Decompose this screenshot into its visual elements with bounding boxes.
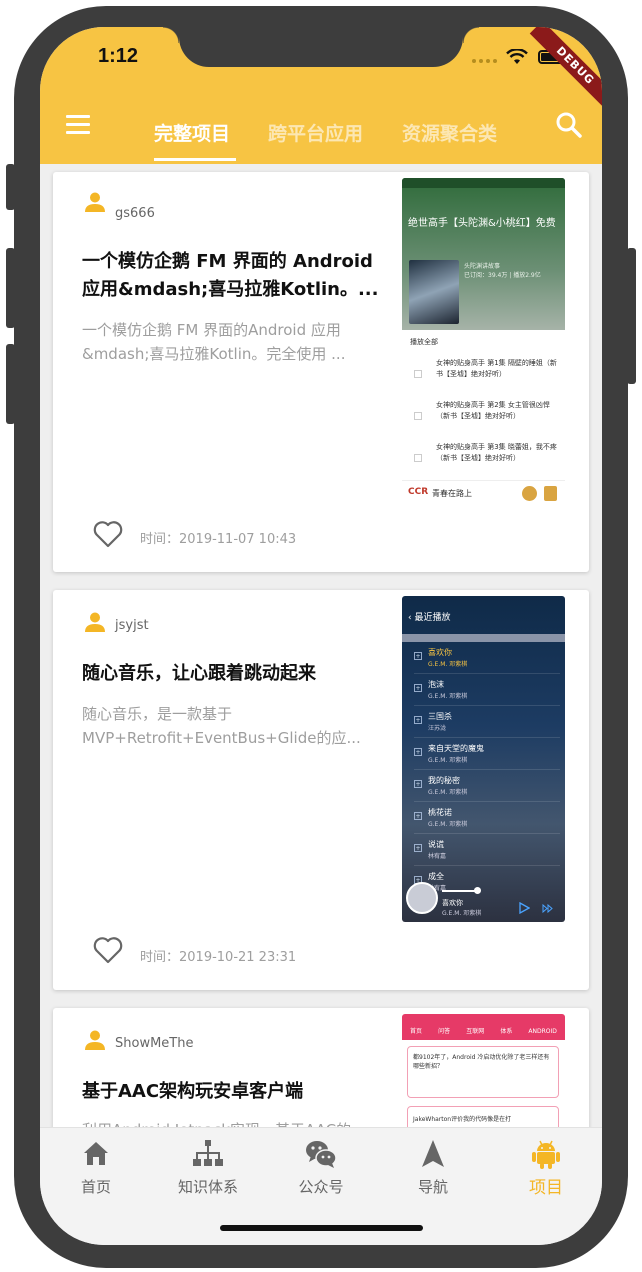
thumb-item: JakeWharton评价我的代码像是在打 xyxy=(407,1106,559,1127)
next-icon xyxy=(542,904,553,913)
tab-cross-platform[interactable]: 跨平台应用 xyxy=(268,119,363,146)
thumb-title: 绝世高手【头陀渊&小桃红】免费 xyxy=(408,218,556,229)
search-icon[interactable] xyxy=(555,111,583,139)
navigation-icon xyxy=(422,1140,444,1167)
play-icon xyxy=(522,486,537,501)
project-title[interactable]: 一个模仿企鹅 FM 界面的 Android 应用&mdash;喜马拉雅Kotli… xyxy=(82,248,392,304)
thumb-footer: CCR 青春在路上 xyxy=(402,480,565,506)
project-list[interactable]: gs666 一个模仿企鹅 FM 界面的 Android 应用&mdash;喜马拉… xyxy=(40,164,602,1127)
wifi-icon xyxy=(506,49,528,64)
thumb-title: ‹ 最近播放 xyxy=(408,613,451,623)
tab-complete-projects[interactable]: 完整项目 xyxy=(154,119,230,146)
now-playing-artist: G.E.M. 邓紫棋 xyxy=(442,910,482,917)
project-thumbnail[interactable]: ‹ 最近播放 + 喜欢你 G.E.M. 邓紫棋 + 泡沫 G.E.M. 邓紫棋 + 三国杀… xyxy=(402,596,565,922)
power-button xyxy=(627,248,636,384)
publish-time: 时间：2019-10-21 23:31 xyxy=(140,950,297,965)
nav-label: 公众号 xyxy=(298,1178,344,1196)
nav-official-accounts[interactable]: 公众号 xyxy=(266,1138,376,1198)
person-icon xyxy=(85,612,105,632)
nav-label: 导航 xyxy=(417,1178,448,1196)
project-thumbnail[interactable]: 绝世高手【头陀渊&小桃红】免费 头陀渊讲故事 已订阅：39.4万 | 播放2.9… xyxy=(402,178,565,506)
nav-knowledge-system[interactable]: 知识体系 xyxy=(153,1138,263,1198)
tab-resource-aggregation[interactable]: 资源聚合类 xyxy=(402,119,497,146)
thumb-episode: 女神的贴身高手 第2集 女主管很凶悍（新书【圣墟】绝对好听） xyxy=(436,401,550,420)
thumb-song-row: + 桃花诺 G.E.M. 邓紫棋 xyxy=(414,804,560,834)
project-thumbnail[interactable]: 首页 问答 互联网 体系 ANDROID 都9102年了，Android 冷启动… xyxy=(402,1014,565,1127)
android-icon xyxy=(532,1140,560,1169)
now-playing-name: 喜欢你 xyxy=(442,899,463,907)
thumb-footer-logo: CCR xyxy=(408,487,429,497)
wechat-icon xyxy=(306,1141,337,1168)
home-indicator[interactable] xyxy=(220,1225,423,1231)
menu-icon[interactable] xyxy=(66,115,90,135)
device: 1:12 完整项目 跨平台应用 资源聚合类 DEBUG gs666 一个模仿企鹅… xyxy=(0,0,642,1272)
heart-icon[interactable] xyxy=(93,936,123,964)
thumb-meta: 头陀渊讲故事 已订阅：39.4万 | 播放2.9亿 xyxy=(464,263,541,279)
project-description: 一个模仿企鹅 FM 界面的Android 应用&mdash;喜马拉雅Kotlin… xyxy=(82,321,346,363)
heart-icon[interactable] xyxy=(93,520,123,548)
plus-icon xyxy=(414,454,422,462)
thumb-footer-text: 青春在路上 xyxy=(432,489,472,498)
project-card[interactable]: jsyjst 随心音乐，让心跟着跳动起来 随心音乐，是一款基于MVP+Retro… xyxy=(53,590,589,990)
nav-label: 项目 xyxy=(529,1178,563,1198)
thumb-tabs: 首页 问答 互联网 体系 ANDROID xyxy=(402,1024,565,1040)
plus-icon xyxy=(414,412,422,420)
thumb-song-row: + 来自天堂的魔鬼 G.E.M. 邓紫棋 xyxy=(414,740,560,770)
hierarchy-icon xyxy=(193,1140,223,1166)
nav-navigation[interactable]: 导航 xyxy=(378,1138,488,1198)
thumb-song-row: + 我的秘密 G.E.M. 邓紫棋 xyxy=(414,772,560,802)
project-title[interactable]: 随心音乐，让心跟着跳动起来 xyxy=(82,660,392,688)
person-icon xyxy=(85,1030,105,1050)
author-name[interactable]: ShowMeThe xyxy=(115,1036,193,1051)
project-card[interactable]: ShowMeThe 基于AAC架构玩安卓客户端 利用Android Jetpac… xyxy=(53,1008,589,1127)
home-icon xyxy=(84,1142,108,1165)
thumb-header: 绝世高手【头陀渊&小桃红】免费 头陀渊讲故事 已订阅：39.4万 | 播放2.9… xyxy=(402,178,565,330)
screen: 1:12 完整项目 跨平台应用 资源聚合类 DEBUG gs666 一个模仿企鹅… xyxy=(40,27,602,1245)
tab-indicator xyxy=(154,158,236,161)
thumb-cover xyxy=(409,260,459,324)
thumb-song-row: + 三国杀 汪苏泷 xyxy=(414,708,560,738)
album-art xyxy=(406,882,438,914)
project-description: 利用Android Jetpack实现，基于AAC的... xyxy=(82,1118,387,1127)
playlist-icon xyxy=(544,486,557,501)
thumb-episode: 女神的贴身高手 第1集 隔壁的睡姐（新书【圣墟】绝对好听） xyxy=(436,359,557,378)
project-title[interactable]: 基于AAC架构玩安卓客户端 xyxy=(82,1078,392,1106)
project-description: 随心音乐，是一款基于MVP+Retrofit+EventBus+Glide的应.… xyxy=(82,705,361,747)
nav-label: 知识体系 xyxy=(177,1178,238,1196)
status-time: 1:12 xyxy=(98,45,139,67)
project-card[interactable]: gs666 一个模仿企鹅 FM 界面的 Android 应用&mdash;喜马拉… xyxy=(53,172,589,572)
author-name[interactable]: jsyjst xyxy=(115,618,149,633)
plus-icon xyxy=(414,370,422,378)
signal-icon xyxy=(472,59,497,63)
thumb-episode: 女神的贴身高手 第3集 晓蕾姐，我不疼（新书【圣墟】绝对好听） xyxy=(436,443,557,462)
thumb-song-row: + 喜欢你 G.E.M. 邓紫棋 xyxy=(414,644,560,674)
thumb-play-all: 播放全部 xyxy=(410,338,438,346)
author-name[interactable]: gs666 xyxy=(115,206,155,221)
nav-projects[interactable]: 项目 xyxy=(491,1138,601,1198)
thumb-item: 都9102年了，Android 冷启动优化除了老三样还有哪些新招？ xyxy=(407,1046,559,1098)
publish-time: 时间：2019-11-07 10:43 xyxy=(140,532,297,547)
notch xyxy=(163,27,479,67)
thumb-song-row: + 泡沫 G.E.M. 邓紫棋 xyxy=(414,676,560,706)
play-icon xyxy=(519,902,530,914)
thumb-song-row: + 说谎 林宥嘉 xyxy=(414,836,560,866)
nav-label: 首页 xyxy=(80,1178,111,1196)
nav-home[interactable]: 首页 xyxy=(41,1138,151,1198)
person-icon xyxy=(85,192,105,212)
